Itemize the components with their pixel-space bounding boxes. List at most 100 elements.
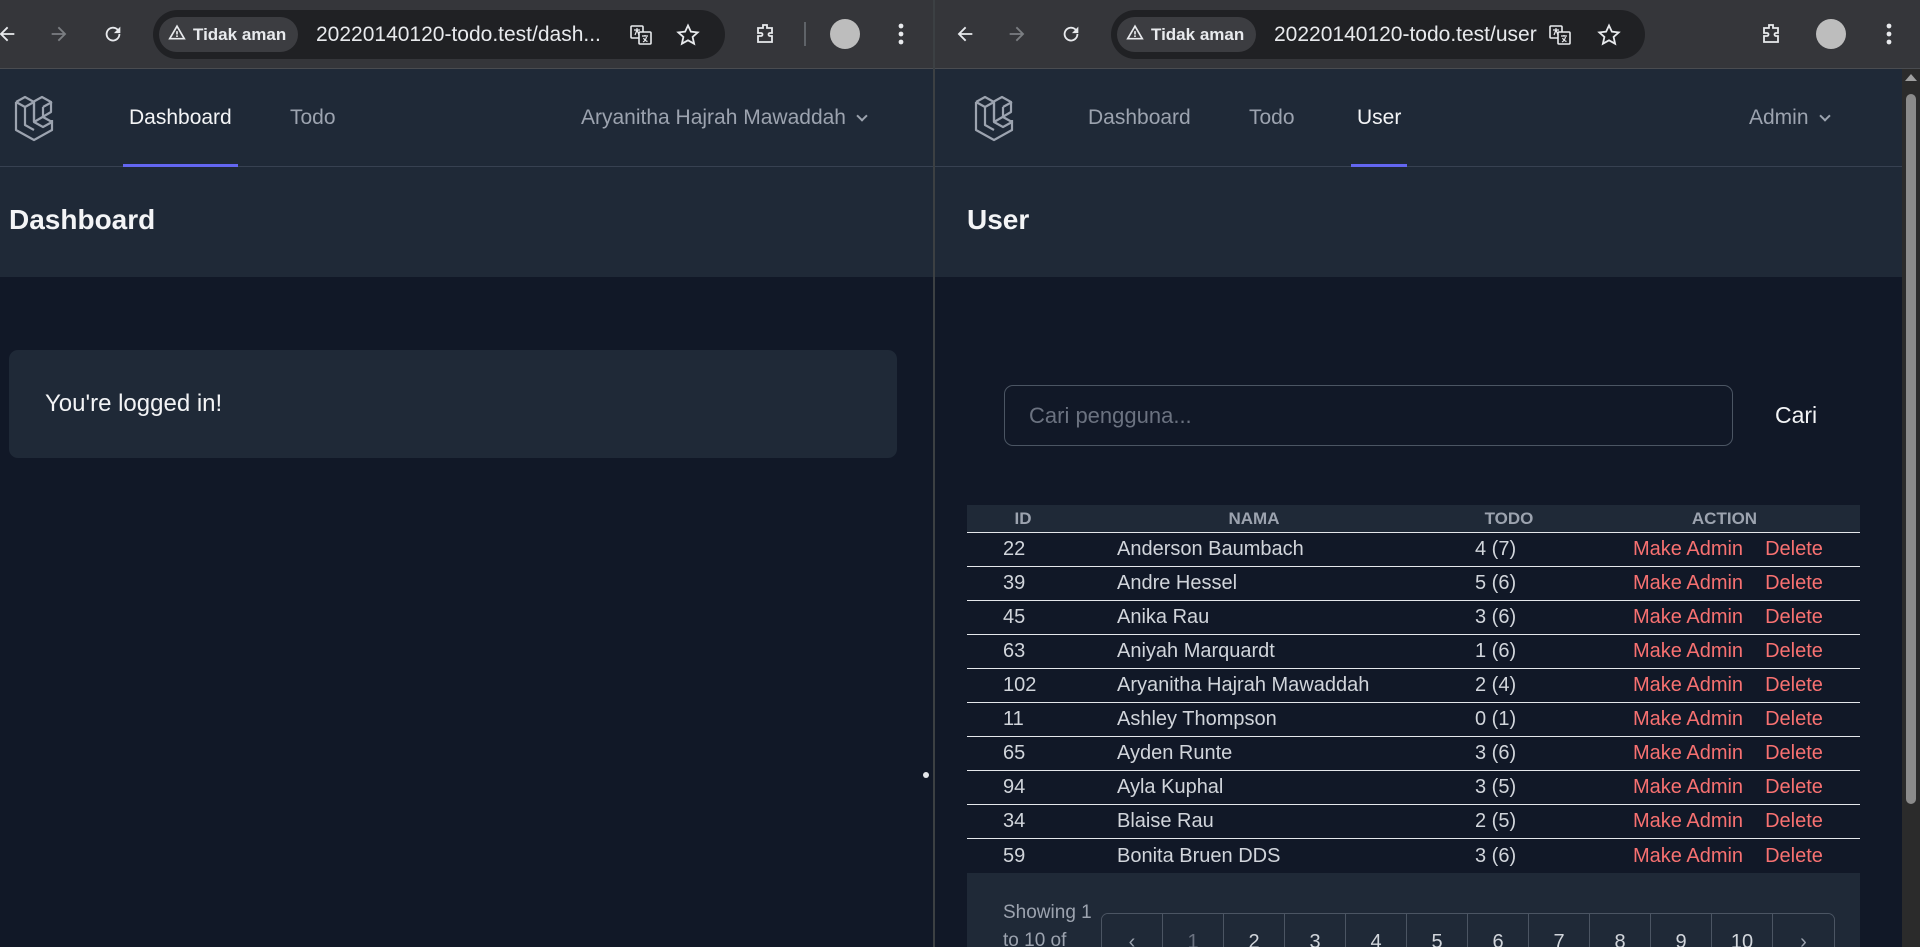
make-admin-button[interactable]: Make Admin xyxy=(1633,606,1743,628)
page-button-10[interactable]: 10 xyxy=(1712,914,1773,947)
search-button[interactable]: Cari xyxy=(1751,385,1841,446)
toolbar-separator xyxy=(804,22,806,46)
nav-dashboard[interactable]: Dashboard xyxy=(123,69,238,167)
make-admin-button[interactable]: Make Admin xyxy=(1633,845,1743,867)
page-title: User xyxy=(967,204,1030,235)
delete-button[interactable]: Delete xyxy=(1765,538,1823,560)
cell-todo: 1 (6) xyxy=(1475,640,1517,662)
url-text[interactable]: 20220140120-todo.test/dash... xyxy=(316,10,616,59)
nav-todo[interactable]: Todo xyxy=(1249,69,1295,167)
reload-icon[interactable] xyxy=(92,13,134,55)
page-button-6[interactable]: 6 xyxy=(1468,914,1529,947)
nav-user[interactable]: User xyxy=(1350,69,1408,167)
make-admin-button[interactable]: Make Admin xyxy=(1633,810,1743,832)
page-button-2[interactable]: 2 xyxy=(1224,914,1285,947)
security-chip[interactable]: Tidak aman xyxy=(1117,17,1257,52)
address-bar[interactable]: Tidak aman 20220140120-todo.test/dash... xyxy=(153,10,725,59)
delete-button[interactable]: Delete xyxy=(1765,708,1823,730)
cell-action: Make Admin Delete xyxy=(1633,640,1860,663)
address-bar[interactable]: Tidak aman 20220140120-todo.test/user xyxy=(1111,10,1645,59)
make-admin-button[interactable]: Make Admin xyxy=(1633,708,1743,730)
laravel-logo-icon[interactable] xyxy=(972,93,1022,143)
profile-avatar[interactable] xyxy=(830,19,860,49)
table-row: 94 Ayla Kuphal 3 (5) Make Admin Delete xyxy=(967,771,1860,805)
nav-dashboard[interactable]: Dashboard xyxy=(1088,69,1191,167)
prev-page-button[interactable]: ‹ xyxy=(1102,914,1163,947)
profile-avatar[interactable] xyxy=(1816,19,1846,49)
scroll-up-arrow-icon[interactable] xyxy=(1905,74,1917,81)
cell-todo: 0 (1) xyxy=(1475,708,1517,730)
scrollbar-thumb[interactable] xyxy=(1906,94,1916,804)
make-admin-button[interactable]: Make Admin xyxy=(1633,776,1743,798)
cell-action: Make Admin Delete xyxy=(1633,538,1860,561)
table-header: ID NAMA TODO ACTION xyxy=(967,505,1860,533)
translate-icon[interactable] xyxy=(1547,22,1573,48)
table-row: 65 Ayden Runte 3 (6) Make Admin Delete xyxy=(967,737,1860,771)
cell-id: 102 xyxy=(1003,674,1037,696)
cell-action: Make Admin Delete xyxy=(1633,572,1860,595)
delete-button[interactable]: Delete xyxy=(1765,606,1823,628)
user-dropdown[interactable]: Admin xyxy=(1749,69,1831,167)
delete-button[interactable]: Delete xyxy=(1765,674,1823,696)
delete-button[interactable]: Delete xyxy=(1765,742,1823,764)
page-button-1[interactable]: 1 xyxy=(1163,914,1224,947)
search-input[interactable] xyxy=(1004,385,1733,446)
extensions-icon[interactable] xyxy=(745,13,787,55)
make-admin-button[interactable]: Make Admin xyxy=(1633,538,1743,560)
cell-action: Make Admin Delete xyxy=(1633,742,1860,765)
delete-button[interactable]: Delete xyxy=(1765,845,1823,867)
make-admin-button[interactable]: Make Admin xyxy=(1633,742,1743,764)
security-chip[interactable]: Tidak aman xyxy=(159,17,299,52)
cell-nama: Bonita Bruen DDS xyxy=(1117,844,1281,867)
back-icon[interactable] xyxy=(0,13,28,55)
page-button-9[interactable]: 9 xyxy=(1651,914,1712,947)
next-page-button[interactable]: › xyxy=(1773,914,1834,947)
table-row: 45 Anika Rau 3 (6) Make Admin Delete xyxy=(967,601,1860,635)
extensions-icon[interactable] xyxy=(1751,13,1793,55)
back-icon[interactable] xyxy=(944,13,986,55)
forward-icon[interactable] xyxy=(996,13,1038,55)
page-button-4[interactable]: 4 xyxy=(1346,914,1407,947)
browser-toolbar: Tidak aman 20220140120-todo.test/user xyxy=(935,0,1920,69)
warning-icon xyxy=(167,22,187,47)
status-card: You're logged in! xyxy=(9,350,897,458)
nav-todo[interactable]: Todo xyxy=(290,69,336,167)
table-row: 11 Ashley Thompson 0 (1) Make Admin Delet… xyxy=(967,703,1860,737)
page-button-7[interactable]: 7 xyxy=(1529,914,1590,947)
reload-icon[interactable] xyxy=(1050,13,1092,55)
page-button-5[interactable]: 5 xyxy=(1407,914,1468,947)
bookmark-star-icon[interactable] xyxy=(1596,22,1622,48)
laravel-logo-icon[interactable] xyxy=(12,93,62,143)
menu-kebab-icon[interactable] xyxy=(880,13,922,55)
cell-nama: Andre Hessel xyxy=(1117,572,1238,594)
cell-action: Make Admin Delete xyxy=(1633,606,1860,629)
forward-icon[interactable] xyxy=(38,13,80,55)
page-button-3[interactable]: 3 xyxy=(1285,914,1346,947)
cell-id: 63 xyxy=(1003,640,1026,662)
delete-button[interactable]: Delete xyxy=(1765,776,1823,798)
cell-id: 34 xyxy=(1003,810,1026,832)
cell-id: 39 xyxy=(1003,572,1026,594)
delete-button[interactable]: Delete xyxy=(1765,572,1823,594)
page-button-8[interactable]: 8 xyxy=(1590,914,1651,947)
header-todo: TODO xyxy=(1484,508,1534,528)
security-label: Tidak aman xyxy=(193,24,287,44)
browser-toolbar: Tidak aman 20220140120-todo.test/dash... xyxy=(0,0,933,69)
make-admin-button[interactable]: Make Admin xyxy=(1633,572,1743,594)
delete-button[interactable]: Delete xyxy=(1765,640,1823,662)
menu-kebab-icon[interactable] xyxy=(1868,13,1910,55)
cell-action: Make Admin Delete xyxy=(1633,845,1860,868)
url-text[interactable]: 20220140120-todo.test/user xyxy=(1274,10,1574,59)
cell-nama: Anderson Baumbach xyxy=(1117,538,1304,560)
bookmark-star-icon[interactable] xyxy=(675,22,701,48)
user-dropdown[interactable]: Aryanitha Hajrah Mawaddah xyxy=(581,69,868,167)
header-id: ID xyxy=(1014,508,1032,528)
make-admin-button[interactable]: Make Admin xyxy=(1633,640,1743,662)
translate-icon[interactable] xyxy=(628,22,654,48)
cell-action: Make Admin Delete xyxy=(1633,810,1860,833)
make-admin-button[interactable]: Make Admin xyxy=(1633,674,1743,696)
delete-button[interactable]: Delete xyxy=(1765,810,1823,832)
warning-icon xyxy=(1125,22,1145,47)
table-body: 22 Anderson Baumbach 4 (7) Make Admin Del… xyxy=(967,533,1860,873)
cell-id: 45 xyxy=(1003,606,1026,628)
